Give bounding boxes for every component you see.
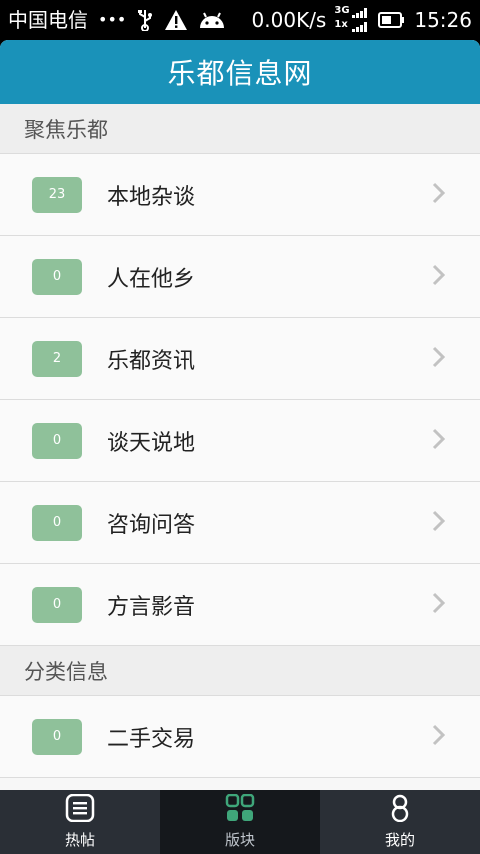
forum-list-classifieds: 0 二手交易 [0,696,480,778]
post-count-badge: 0 [32,258,82,295]
post-count-badge: 0 [32,422,82,459]
nav-label: 版块 [224,831,255,849]
forum-row-ledu-news[interactable]: 2 乐都资讯 [0,318,480,400]
nav-label: 我的 [384,831,415,849]
forum-row-chit-chat[interactable]: 0 谈天说地 [0,400,480,482]
chevron-right-icon [432,428,446,454]
forum-list-focus: 23 本地杂谈 0 人在他乡 2 乐都资讯 0 谈天说地 0 咨询问答 0 方言… [0,154,480,646]
forum-label: 本地杂谈 [107,184,196,210]
section-title: 分类信息 [24,659,108,684]
forum-row-dialect-media[interactable]: 0 方言影音 [0,564,480,646]
forum-label: 谈天说地 [107,430,196,456]
forum-label: 乐都资讯 [107,348,196,374]
section-header-focus: 聚焦乐都 [0,104,480,154]
post-count-badge: 0 [32,718,82,755]
chevron-right-icon [432,264,446,290]
forum-row-away-from-home[interactable]: 0 人在他乡 [0,236,480,318]
post-count-badge: 2 [32,340,82,377]
app-window: 乐都信息网 聚焦乐都 23 本地杂谈 0 人在他乡 2 乐都资讯 0 谈天说地 … [0,40,480,854]
nav-mine[interactable]: 我的 [320,790,480,854]
section-header-classifieds: 分类信息 [0,646,480,696]
app-header: 乐都信息网 [0,40,480,104]
network-speed: 0.00K/s [251,8,327,32]
bottom-nav: 热帖 版块 我的 [0,790,480,854]
battery-icon [378,11,406,29]
notification-dots: ••• [98,10,127,29]
android-icon [198,10,226,30]
chevron-right-icon [432,592,446,618]
forum-row-second-hand[interactable]: 0 二手交易 [0,696,480,778]
chevron-right-icon [432,510,446,536]
grid-icon [225,793,255,826]
usb-icon [136,9,154,31]
warning-icon [164,9,188,31]
post-count-badge: 0 [32,586,82,623]
status-bar: 中国电信 ••• 0.00K/s 3G 1x 15:26 [0,0,480,40]
chevron-right-icon [432,724,446,750]
forum-label: 咨询问答 [107,512,196,538]
forum-label: 二手交易 [107,726,196,752]
nav-hot-posts[interactable]: 热帖 [0,790,160,854]
user-icon [385,794,415,826]
page-title: 乐都信息网 [167,57,313,90]
forum-label: 方言影音 [107,594,196,620]
forum-row-local-chat[interactable]: 23 本地杂谈 [0,154,480,236]
nav-boards[interactable]: 版块 [160,790,320,854]
clock: 15:26 [414,8,472,32]
post-count-badge: 0 [32,504,82,541]
post-count-badge: 23 [32,176,82,213]
list-icon [65,793,95,826]
section-title: 聚焦乐都 [24,117,108,142]
carrier-name: 中国电信 [8,8,88,32]
forum-row-qa[interactable]: 0 咨询问答 [0,482,480,564]
chevron-right-icon [432,346,446,372]
forum-label: 人在他乡 [107,266,196,292]
nav-label: 热帖 [64,831,95,849]
chevron-right-icon [432,182,446,208]
signal-icon: 3G 1x [334,6,370,34]
